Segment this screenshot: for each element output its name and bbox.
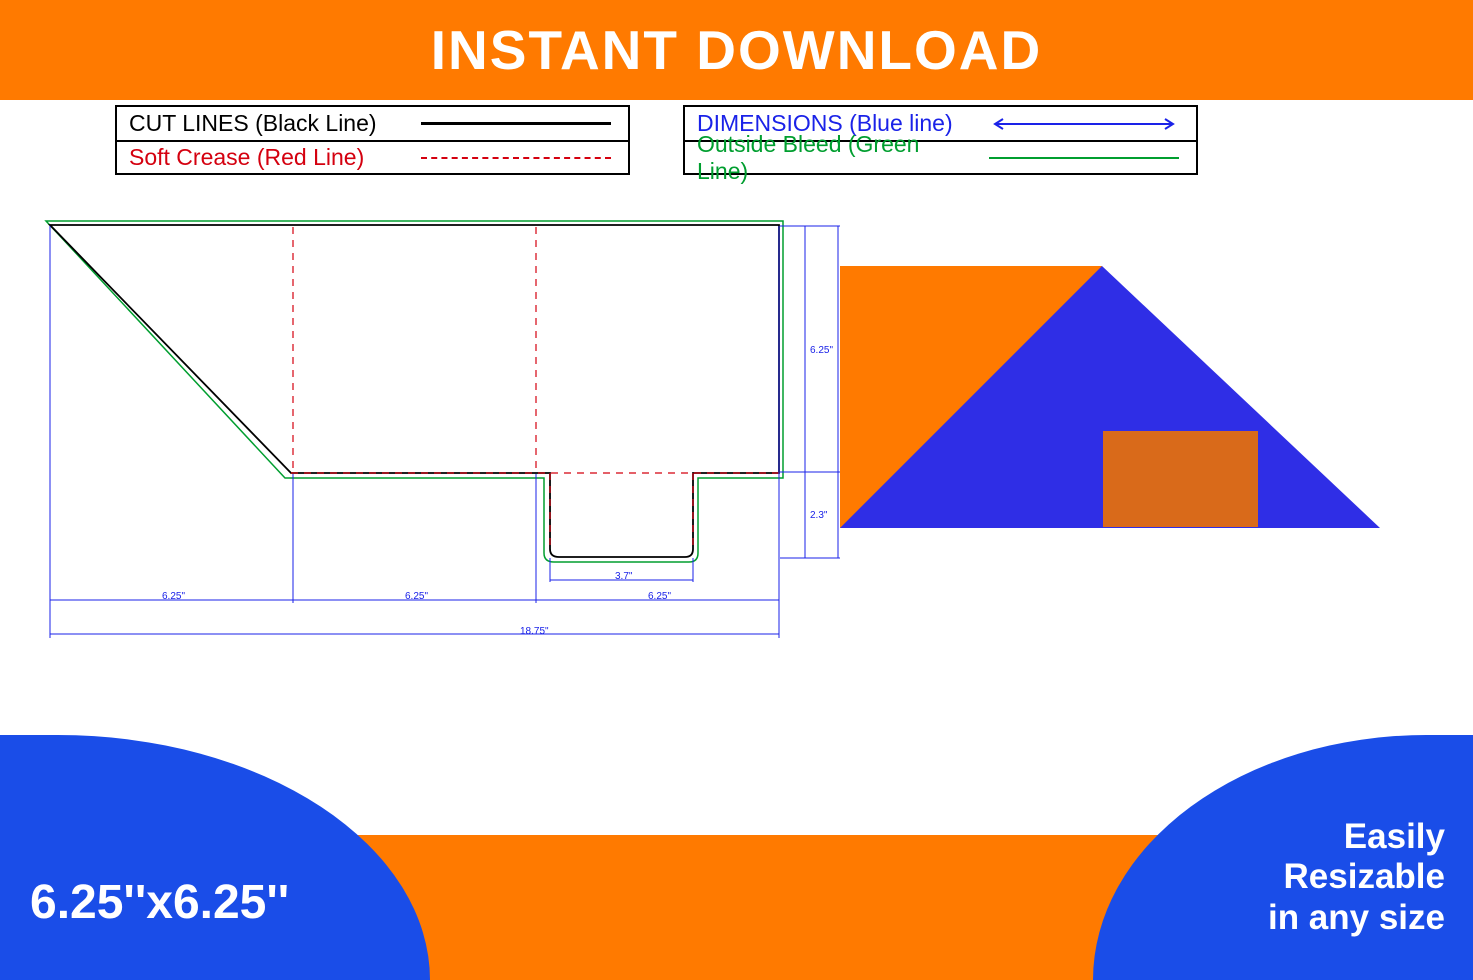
resize-badge: Easily Resizable in any size [1093,735,1473,980]
color-preview [840,266,1385,528]
line-sample-black-icon [421,122,611,125]
legend-bleed-sample [985,157,1196,159]
header-banner: INSTANT DOWNLOAD [0,0,1473,100]
line-sample-red-icon [421,157,611,159]
cut-path [50,225,779,557]
legend-row-bleed: Outside Bleed (Green Line) [685,140,1196,173]
preview-pocket [1103,431,1258,527]
legend-row-cut: CUT LINES (Black Line) [117,107,628,140]
dim-height-flap: 2.3" [810,510,827,521]
legend-left: CUT LINES (Black Line) Soft Crease (Red … [115,105,630,175]
legend-bleed-label: Outside Bleed (Green Line) [685,131,985,185]
legend-cut-sample [417,122,628,125]
dieline-svg [40,220,860,650]
legend-right: DIMENSIONS (Blue line) Outside Bleed (Gr… [683,105,1198,175]
bleed-path [46,221,783,562]
arrow-blue-icon [989,116,1179,132]
dim-height-main: 6.25" [810,345,833,356]
crease-group [291,227,779,549]
resize-line1: Easily [1344,817,1445,857]
preview-svg [840,266,1385,528]
dim-total-width: 18.75" [520,626,549,637]
size-badge-text: 6.25''x6.25'' [30,875,289,930]
dieline-drawing: 6.25" 6.25" 6.25" 18.75" 3.7" 6.25" 8.55… [40,220,860,650]
resize-line3: in any size [1268,898,1445,938]
line-sample-green-icon [989,157,1179,159]
dim-lines [50,226,840,638]
legend-crease-sample [417,157,628,159]
legend-crease-label: Soft Crease (Red Line) [117,144,417,171]
size-badge: 6.25''x6.25'' [0,735,430,980]
dim-panel1: 6.25" [162,591,185,602]
dim-panel3: 6.25" [648,591,671,602]
header-title: INSTANT DOWNLOAD [431,18,1042,82]
legend-row-crease: Soft Crease (Red Line) [117,140,628,173]
legend-cut-label: CUT LINES (Black Line) [117,110,417,137]
legend-dim-sample [985,116,1196,132]
resize-line2: Resizable [1284,857,1445,897]
dim-panel2: 6.25" [405,591,428,602]
dim-notch: 3.7" [615,571,632,582]
